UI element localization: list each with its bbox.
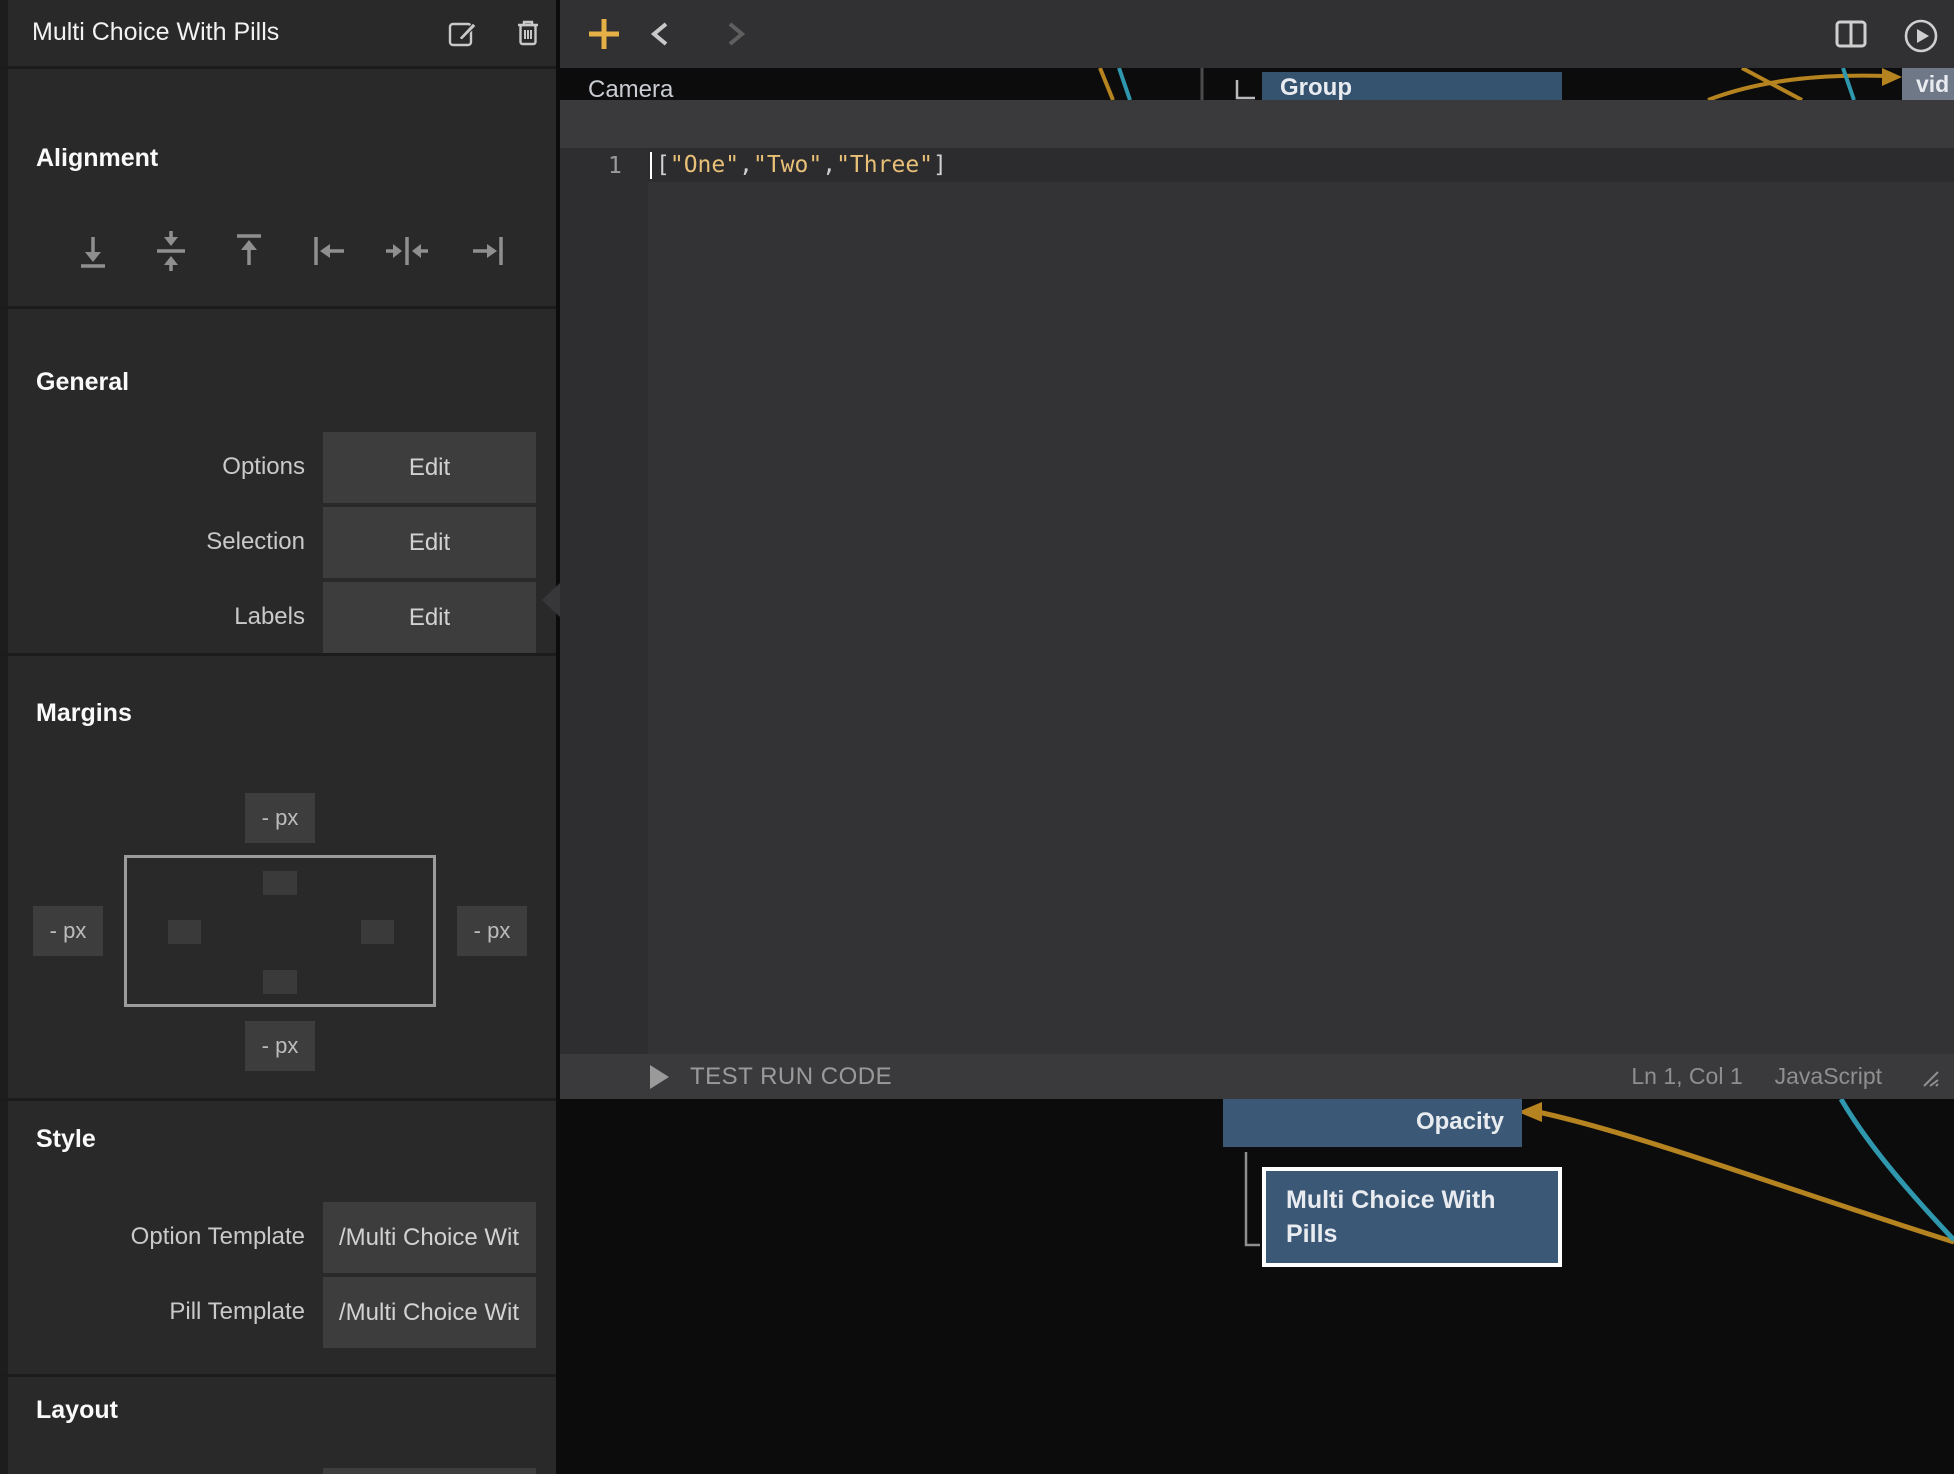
option-template-label: Option Template	[0, 1223, 305, 1251]
inspector-title: Multi Choice With Pills	[32, 18, 279, 47]
style-heading: Style	[36, 1125, 96, 1154]
align-center-horizontal-icon[interactable]	[385, 229, 429, 273]
margin-left-button[interactable]: - px	[33, 906, 103, 956]
margins-heading: Margins	[36, 699, 132, 728]
wire-orange[interactable]	[1538, 1112, 1954, 1242]
run-preview-icon[interactable]	[1904, 19, 1938, 53]
pill-template-button[interactable]: /Multi Choice Wit	[323, 1277, 536, 1348]
code-input-area[interactable]: ["One","Two","Three"]	[648, 148, 1954, 1054]
wire-teal[interactable]	[1841, 1099, 1954, 1240]
divider	[0, 653, 556, 656]
node-canvas-top[interactable]: Camera Group vid	[560, 68, 1954, 100]
camera-node-label[interactable]: Camera	[588, 76, 673, 100]
selection-label: Selection	[0, 528, 305, 556]
code-editor-panel: 1 ["One","Two","Three"] TEST RUN CODE Ln…	[560, 100, 1954, 1099]
general-heading: General	[36, 368, 129, 397]
labels-label: Labels	[0, 603, 305, 631]
vid-node-label: vid	[1916, 71, 1949, 98]
option-template-button[interactable]: /Multi Choice Wit	[323, 1202, 536, 1273]
inspector-header: Multi Choice With Pills	[0, 0, 556, 66]
code-token: ,	[822, 152, 836, 178]
alignment-heading: Alignment	[36, 144, 158, 173]
margin-top-button[interactable]: - px	[245, 793, 315, 843]
opacity-node[interactable]: Opacity	[1223, 1099, 1522, 1147]
selection-edit-button[interactable]: Edit	[323, 507, 536, 578]
popover-arrow	[542, 583, 560, 617]
code-token: "Two"	[753, 152, 822, 178]
wire-orange[interactable]	[1100, 68, 1113, 100]
pill-template-label: Pill Template	[0, 1298, 305, 1326]
layout-heading: Layout	[36, 1396, 118, 1425]
align-right-icon[interactable]	[466, 229, 510, 273]
editor-gutter	[560, 148, 648, 1054]
hierarchy-bracket	[1237, 80, 1255, 98]
layout-partial-button[interactable]	[323, 1468, 536, 1474]
test-run-code-button[interactable]: TEST RUN CODE	[690, 1063, 892, 1091]
multi-choice-with-pills-node[interactable]: Multi Choice With Pills	[1262, 1167, 1562, 1267]
margin-bottom-button[interactable]: - px	[245, 1021, 315, 1071]
wire-teal[interactable]	[1843, 68, 1854, 100]
language-mode[interactable]: JavaScript	[1775, 1063, 1882, 1090]
code-token: "Three"	[836, 152, 933, 178]
resize-grip-icon[interactable]	[1914, 1066, 1940, 1088]
margin-right-button[interactable]: - px	[457, 906, 527, 956]
line-number: 1	[608, 153, 622, 179]
vid-node[interactable]: vid	[1902, 68, 1954, 100]
split-view-icon[interactable]	[1835, 20, 1867, 48]
margin-left-handle[interactable]	[168, 920, 201, 944]
code-token: ,	[739, 152, 753, 178]
divider	[0, 1098, 556, 1101]
text-cursor	[650, 152, 652, 179]
wire-teal[interactable]	[1119, 68, 1130, 100]
divider	[0, 66, 556, 69]
wires-bottom	[560, 1099, 1954, 1474]
opacity-node-label: Opacity	[1416, 1108, 1504, 1136]
wire-arrowhead	[1882, 68, 1902, 86]
code-token: "One"	[670, 152, 739, 178]
node-canvas-bottom[interactable]: Opacity Multi Choice With Pills	[560, 1099, 1954, 1474]
inspector-sidebar: Multi Choice With Pills Alignment	[0, 0, 556, 1474]
hierarchy-connector	[1246, 1152, 1260, 1245]
group-node-label: Group	[1280, 74, 1352, 100]
multi-choice-node-label: Multi Choice With Pills	[1286, 1183, 1536, 1251]
wires-top	[560, 68, 1954, 100]
forward-button[interactable]	[718, 22, 750, 46]
sidebar-left-edge	[0, 0, 8, 1474]
cursor-position: Ln 1, Col 1	[1631, 1063, 1742, 1090]
graph-toolbar	[560, 0, 1954, 68]
margin-bottom-handle[interactable]	[263, 970, 297, 994]
align-left-icon[interactable]	[307, 229, 351, 273]
margin-right-handle[interactable]	[361, 920, 394, 944]
divider	[0, 1374, 556, 1377]
code-token: [	[656, 152, 670, 178]
back-button[interactable]	[646, 22, 678, 46]
options-edit-button[interactable]: Edit	[323, 432, 536, 503]
trash-icon[interactable]	[512, 17, 544, 49]
labels-edit-button[interactable]: Edit	[323, 582, 536, 653]
test-run-play-icon[interactable]	[648, 1064, 670, 1090]
code-token: ]	[933, 152, 947, 178]
align-center-vertical-icon[interactable]	[149, 229, 193, 273]
options-label: Options	[0, 453, 305, 481]
margin-top-handle[interactable]	[263, 871, 297, 895]
align-top-icon[interactable]	[227, 229, 271, 273]
group-node[interactable]: Group	[1262, 72, 1562, 100]
add-node-button[interactable]	[580, 10, 628, 58]
divider	[0, 306, 556, 309]
edit-pencil-icon[interactable]	[447, 17, 479, 49]
editor-status-bar: TEST RUN CODE Ln 1, Col 1 JavaScript	[560, 1054, 1954, 1099]
code-text: ["One","Two","Three"]	[656, 152, 947, 178]
align-bottom-icon[interactable]	[71, 229, 115, 273]
